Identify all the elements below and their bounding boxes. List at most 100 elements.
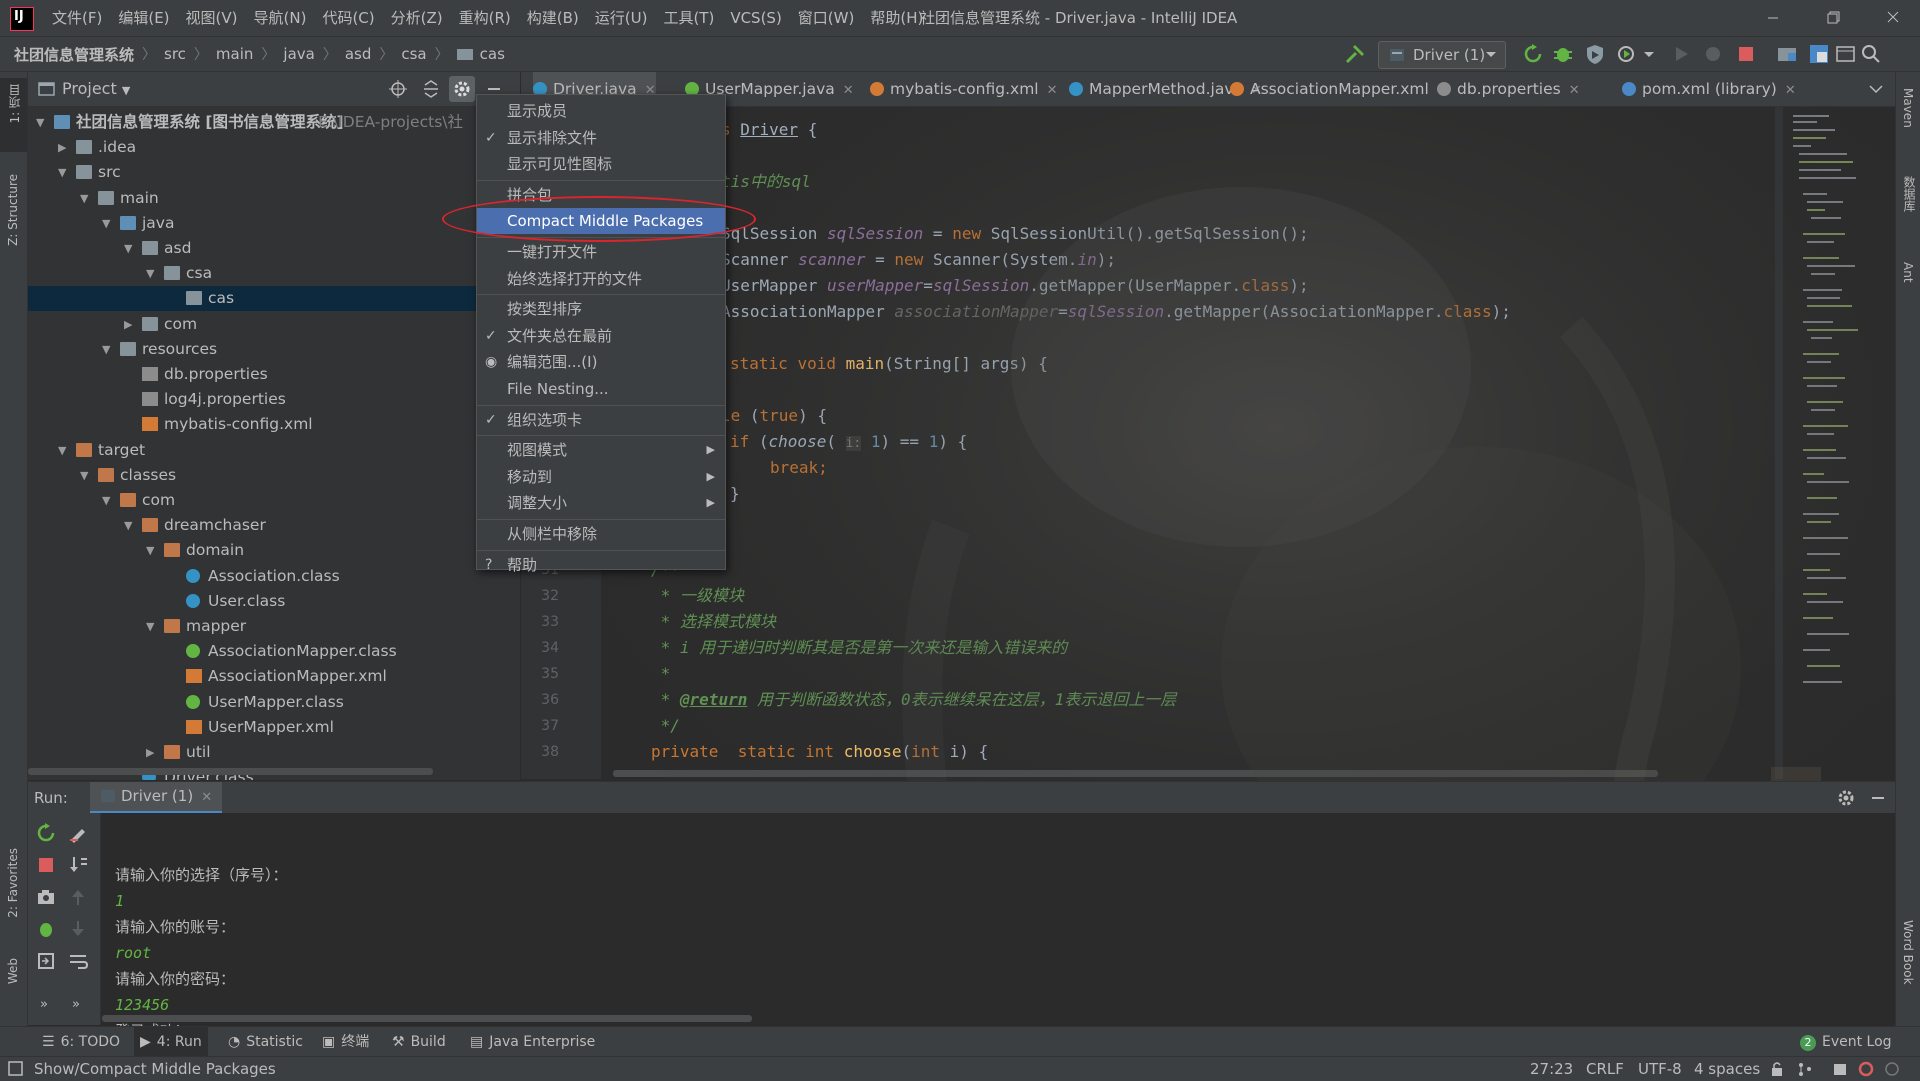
maven-tool-button[interactable]: Maven (1896, 80, 1920, 152)
tree-node[interactable]: log4j.properties (28, 387, 520, 412)
close-tab-icon[interactable]: ✕ (1569, 83, 1580, 98)
event-log-button[interactable]: 2 Event Log (1800, 1027, 1892, 1057)
menu-navigate[interactable]: 导航(N) (246, 0, 315, 36)
horizontal-scrollbar[interactable] (28, 768, 433, 775)
tree-node[interactable]: Association.class (28, 564, 520, 589)
menu-build[interactable]: 构建(B) (519, 0, 587, 36)
panel-settings-button[interactable] (449, 76, 475, 102)
build-hammer-button[interactable] (1344, 43, 1366, 65)
run-with-coverage-button[interactable] (1584, 43, 1606, 65)
tree-node[interactable]: AssociationMapper.class (28, 639, 520, 664)
menu-analyze[interactable]: 分析(Z) (383, 0, 451, 36)
expand-down-icon[interactable]: ▼ (58, 438, 70, 463)
arrow-up-icon[interactable] (68, 887, 88, 907)
expand-down-icon[interactable]: ▼ (58, 160, 70, 185)
tree-node[interactable]: cas (28, 286, 520, 312)
git-icon[interactable] (1796, 1061, 1814, 1077)
soft-wrap-icon[interactable] (68, 951, 88, 971)
expand-down-icon[interactable]: ▼ (102, 488, 114, 513)
menu-code[interactable]: 代码(C) (314, 0, 382, 36)
breadcrumb-item-cas[interactable]: cas (456, 45, 505, 63)
favorites-tool-button[interactable]: 2: Favorites (0, 842, 27, 938)
tree-node[interactable]: ▼ src (28, 160, 520, 185)
tool-window-todo[interactable]: ☰ 6: TODO (42, 1027, 120, 1057)
tree-node[interactable]: ▼ main (28, 186, 520, 211)
menu-view[interactable]: 视图(V) (178, 0, 246, 36)
tree-node[interactable]: AssociationMapper.xml (28, 664, 520, 689)
hide-panel-icon[interactable] (1868, 788, 1888, 808)
expand-down-icon[interactable]: ▼ (80, 463, 92, 488)
restore-layout-icon[interactable] (36, 951, 56, 971)
expand-more-icon[interactable]: » (72, 997, 80, 1012)
context-menu-item[interactable]: 视图模式 ▶ (477, 437, 725, 463)
collapse-all-icon[interactable] (421, 79, 441, 99)
context-menu-item[interactable]: File Nesting... (477, 376, 725, 402)
edit-configuration-icon[interactable] (68, 823, 88, 843)
attach-debugger-button[interactable] (1702, 43, 1724, 65)
context-menu-item[interactable]: ? 帮助 (477, 552, 725, 578)
tree-node[interactable]: db.properties (28, 362, 520, 387)
breadcrumb-item-java[interactable]: java (283, 45, 314, 63)
caret-position[interactable]: 27:23 (1530, 1057, 1573, 1081)
expand-down-icon[interactable]: ▼ (102, 337, 114, 362)
context-menu-item[interactable]: 调整大小 ▶ (477, 490, 725, 516)
menu-tools[interactable]: 工具(T) (655, 0, 722, 36)
expand-down-icon[interactable]: ▼ (80, 186, 92, 211)
menu-window[interactable]: 窗口(W) (790, 0, 863, 36)
tree-node[interactable]: ▼ domain (28, 538, 520, 563)
resume-button[interactable] (1670, 43, 1692, 65)
expand-right-icon[interactable]: ▶ (124, 312, 136, 337)
gear-icon[interactable] (1836, 788, 1856, 808)
tree-node[interactable]: ▼ mapper (28, 614, 520, 639)
editor-horizontal-scrollbar[interactable] (613, 770, 1658, 777)
arrow-down-icon[interactable] (68, 919, 88, 939)
tree-node[interactable]: ▼ target (28, 438, 520, 463)
expand-down-icon[interactable]: ▼ (102, 211, 114, 236)
tool-window-java-enterprise[interactable]: ▤ Java Enterprise (470, 1027, 595, 1057)
context-menu-item[interactable]: 按类型排序 (477, 296, 725, 322)
expand-down-icon[interactable]: ▼ (124, 513, 136, 538)
tool-window-terminal[interactable]: ▣ 终端 (322, 1027, 369, 1057)
camera-icon[interactable] (36, 887, 56, 907)
context-menu-item[interactable]: ✓ 文件夹总在最前 (477, 323, 725, 349)
close-window-button[interactable] (1870, 0, 1916, 36)
expand-down-icon[interactable]: ▼ (124, 236, 136, 261)
ant-tool-button[interactable]: Ant (1896, 254, 1920, 304)
run-configuration-select[interactable]: Driver (1) (1378, 41, 1506, 69)
search-everywhere-button[interactable] (1860, 43, 1882, 65)
scroll-to-end-icon[interactable] (68, 855, 88, 875)
line-separator[interactable]: CRLF (1586, 1057, 1624, 1081)
locate-file-icon[interactable] (388, 79, 408, 99)
restore-button[interactable] (1810, 0, 1856, 36)
wordbook-tool-button[interactable]: Word Book (1896, 912, 1920, 1002)
context-menu-item[interactable]: 始终选择打开的文件 (477, 266, 725, 292)
project-view-selector[interactable]: Project ▼ (62, 72, 130, 108)
menu-edit[interactable]: 编辑(E) (110, 0, 177, 36)
expand-right-icon[interactable]: ▶ (146, 740, 158, 765)
expand-down-icon[interactable]: ▼ (146, 614, 158, 639)
run-console[interactable]: » » 请输入你的选择（序号）： 1 请输入你的账号： root 请输入你的密码： 123… (28, 813, 1895, 1040)
close-tab-icon[interactable]: ✕ (201, 790, 212, 805)
context-menu-item[interactable]: ✓ 组织选项卡 (477, 407, 725, 433)
lock-icon[interactable] (1770, 1061, 1784, 1077)
breadcrumb-item-main[interactable]: main (216, 45, 253, 63)
context-menu-item[interactable]: ✓ 显示排除文件 (477, 125, 725, 151)
run-tab-driver[interactable]: Driver (1) ✕ (90, 782, 223, 814)
editor-tab[interactable]: AssociationMapper.xml✕ (1230, 72, 1448, 106)
tool-window-build[interactable]: ⚒ Build (392, 1027, 446, 1057)
breadcrumb-item-src[interactable]: src (164, 45, 186, 63)
project-tool-button[interactable]: 1: 项目 (0, 78, 27, 152)
breadcrumb-item-asd[interactable]: asd (345, 45, 372, 63)
close-tab-icon[interactable]: ✕ (1785, 83, 1796, 98)
database-tool-button[interactable]: 数据库 (1896, 168, 1920, 238)
expand-right-icon[interactable]: ▶ (58, 135, 70, 160)
tool-window-run[interactable]: ▶ 4: Run (134, 1027, 208, 1057)
minimize-button[interactable] (1750, 0, 1796, 36)
console-horizontal-scrollbar[interactable] (102, 1015, 752, 1022)
breadcrumb-item-project[interactable]: 社团信息管理系统 (14, 44, 134, 65)
tree-node[interactable]: ▶ util (28, 740, 520, 765)
close-tab-icon[interactable]: ✕ (843, 83, 854, 98)
memory-indicator-icon[interactable] (1832, 1061, 1848, 1077)
rerun-button[interactable] (1522, 43, 1544, 65)
tree-node[interactable]: ▶ com (28, 312, 520, 337)
